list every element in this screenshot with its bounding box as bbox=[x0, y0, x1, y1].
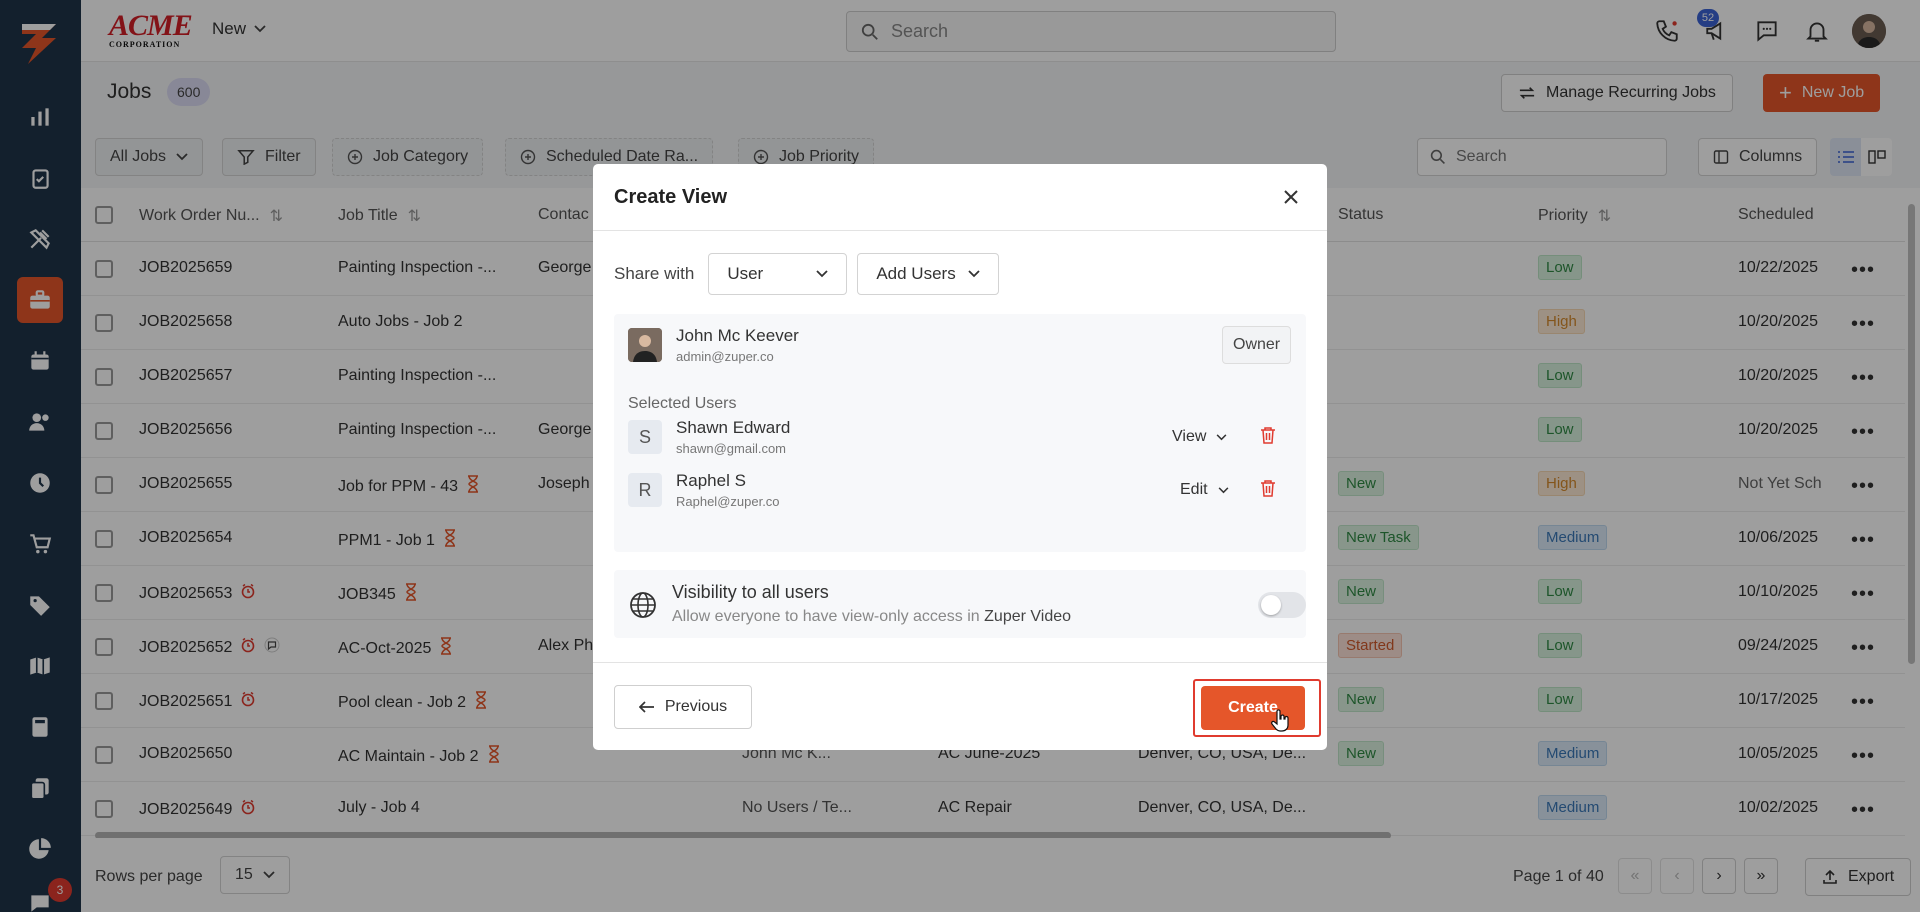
add-users-dropdown[interactable]: Add Users bbox=[857, 253, 1000, 295]
share-with-label: Share with bbox=[614, 264, 695, 283]
previous-label: Previous bbox=[664, 698, 728, 715]
user-email: shawn@gmail.com bbox=[676, 441, 787, 456]
selected-users-label: Selected Users bbox=[628, 395, 737, 412]
visibility-description: Allow everyone to have view-only access … bbox=[672, 608, 1071, 626]
visibility-description-text: Allow everyone to have view-only access … bbox=[672, 608, 980, 625]
chevron-down-icon bbox=[1216, 433, 1227, 440]
visibility-panel: Visibility to all users Allow everyone t… bbox=[614, 570, 1306, 638]
user-avatar: S bbox=[628, 420, 662, 454]
remove-user-trash-icon[interactable] bbox=[1260, 426, 1276, 449]
user-permission-dropdown[interactable]: View bbox=[1172, 428, 1227, 446]
chevron-down-icon bbox=[816, 270, 828, 278]
modal-title: Create View bbox=[614, 185, 728, 208]
user-permission-value: Edit bbox=[1180, 481, 1208, 498]
close-icon[interactable] bbox=[1276, 182, 1306, 212]
chevron-down-icon bbox=[968, 270, 980, 278]
share-with-value: User bbox=[727, 264, 764, 283]
user-permission-value: View bbox=[1172, 428, 1207, 445]
modal-header: Create View bbox=[593, 164, 1327, 231]
create-view-modal: Create View Share with User Add Users Jo… bbox=[593, 164, 1327, 750]
remove-user-trash-icon[interactable] bbox=[1260, 479, 1276, 502]
arrow-left-icon bbox=[638, 701, 654, 713]
share-with-dropdown[interactable]: User bbox=[708, 253, 848, 295]
create-button-highlight: Create bbox=[1193, 679, 1321, 737]
owner-name: John Mc Keever bbox=[676, 326, 799, 345]
chevron-down-icon bbox=[1218, 486, 1229, 493]
user-name: Raphel S bbox=[676, 471, 746, 490]
user-avatar: R bbox=[628, 473, 662, 507]
visibility-toggle[interactable] bbox=[1258, 592, 1306, 618]
share-with-row: Share with User Add Users bbox=[614, 253, 1000, 295]
user-name: Shawn Edward bbox=[676, 418, 791, 437]
toggle-knob bbox=[1261, 595, 1281, 615]
globe-icon bbox=[630, 592, 656, 618]
user-permission-dropdown[interactable]: Edit bbox=[1180, 481, 1229, 499]
add-users-label: Add Users bbox=[876, 264, 956, 283]
visibility-app-name: Zuper Video bbox=[984, 608, 1072, 625]
owner-avatar bbox=[628, 328, 662, 362]
user-email: Raphel@zuper.co bbox=[676, 494, 780, 509]
owner-email: admin@zuper.co bbox=[676, 349, 774, 364]
mouse-pointer-hand-icon bbox=[1271, 709, 1289, 732]
owner-tag: Owner bbox=[1222, 326, 1292, 364]
shared-users-panel: John Mc Keever admin@zuper.co Owner Sele… bbox=[614, 314, 1306, 552]
visibility-title: Visibility to all users bbox=[672, 582, 829, 602]
previous-button[interactable]: Previous bbox=[614, 685, 752, 729]
modal-footer: Previous Create bbox=[593, 662, 1327, 750]
